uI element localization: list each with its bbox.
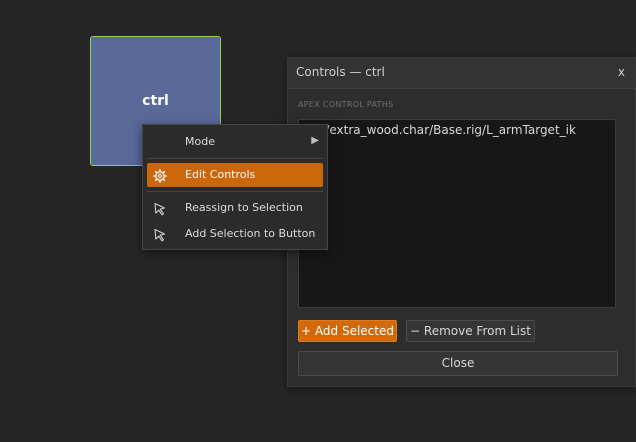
menu-item-label: Edit Controls <box>185 168 256 181</box>
dialog-titlebar[interactable]: Controls — ctrl x <box>288 58 635 89</box>
menu-item-label: Add Selection to Button <box>185 227 316 240</box>
menu-item-add-selection-to-button[interactable]: Add Selection to Button <box>147 222 323 246</box>
menu-separator <box>147 158 323 159</box>
remove-from-list-button[interactable]: − Remove From List <box>406 320 535 342</box>
cursor-icon <box>153 201 167 216</box>
menu-separator <box>147 191 323 192</box>
submenu-arrow-icon: ▶ <box>311 135 319 146</box>
control-paths-list[interactable]: /obj/extra_wood.char/Base.rig/L_armTarge… <box>298 119 616 308</box>
cursor-icon <box>153 227 167 242</box>
menu-item-reassign-to-selection[interactable]: Reassign to Selection <box>147 196 323 220</box>
dialog-title: Controls — ctrl <box>296 65 385 79</box>
context-menu: Mode ▶ Edit Controls Reassign to Selecti… <box>142 124 328 250</box>
menu-item-edit-controls[interactable]: Edit Controls <box>147 163 323 187</box>
menu-item-label: Reassign to Selection <box>185 201 303 214</box>
add-selected-button[interactable]: + Add Selected <box>298 320 397 342</box>
dialog-close-icon[interactable]: x <box>618 65 625 79</box>
menu-item-label: Mode <box>185 135 215 148</box>
gear-icon <box>153 168 167 183</box>
menu-item-mode[interactable]: Mode ▶ <box>147 130 323 154</box>
close-button[interactable]: Close <box>298 351 618 376</box>
picker-canvas[interactable]: ctrl Controls — ctrl x APEX CONTROL PATH… <box>0 0 636 442</box>
list-item[interactable]: /obj/extra_wood.char/Base.rig/L_armTarge… <box>303 123 576 137</box>
section-label: APEX CONTROL PATHS <box>298 100 394 109</box>
picker-button-label: ctrl <box>142 93 169 109</box>
controls-dialog: Controls — ctrl x APEX CONTROL PATHS /ob… <box>287 57 636 387</box>
